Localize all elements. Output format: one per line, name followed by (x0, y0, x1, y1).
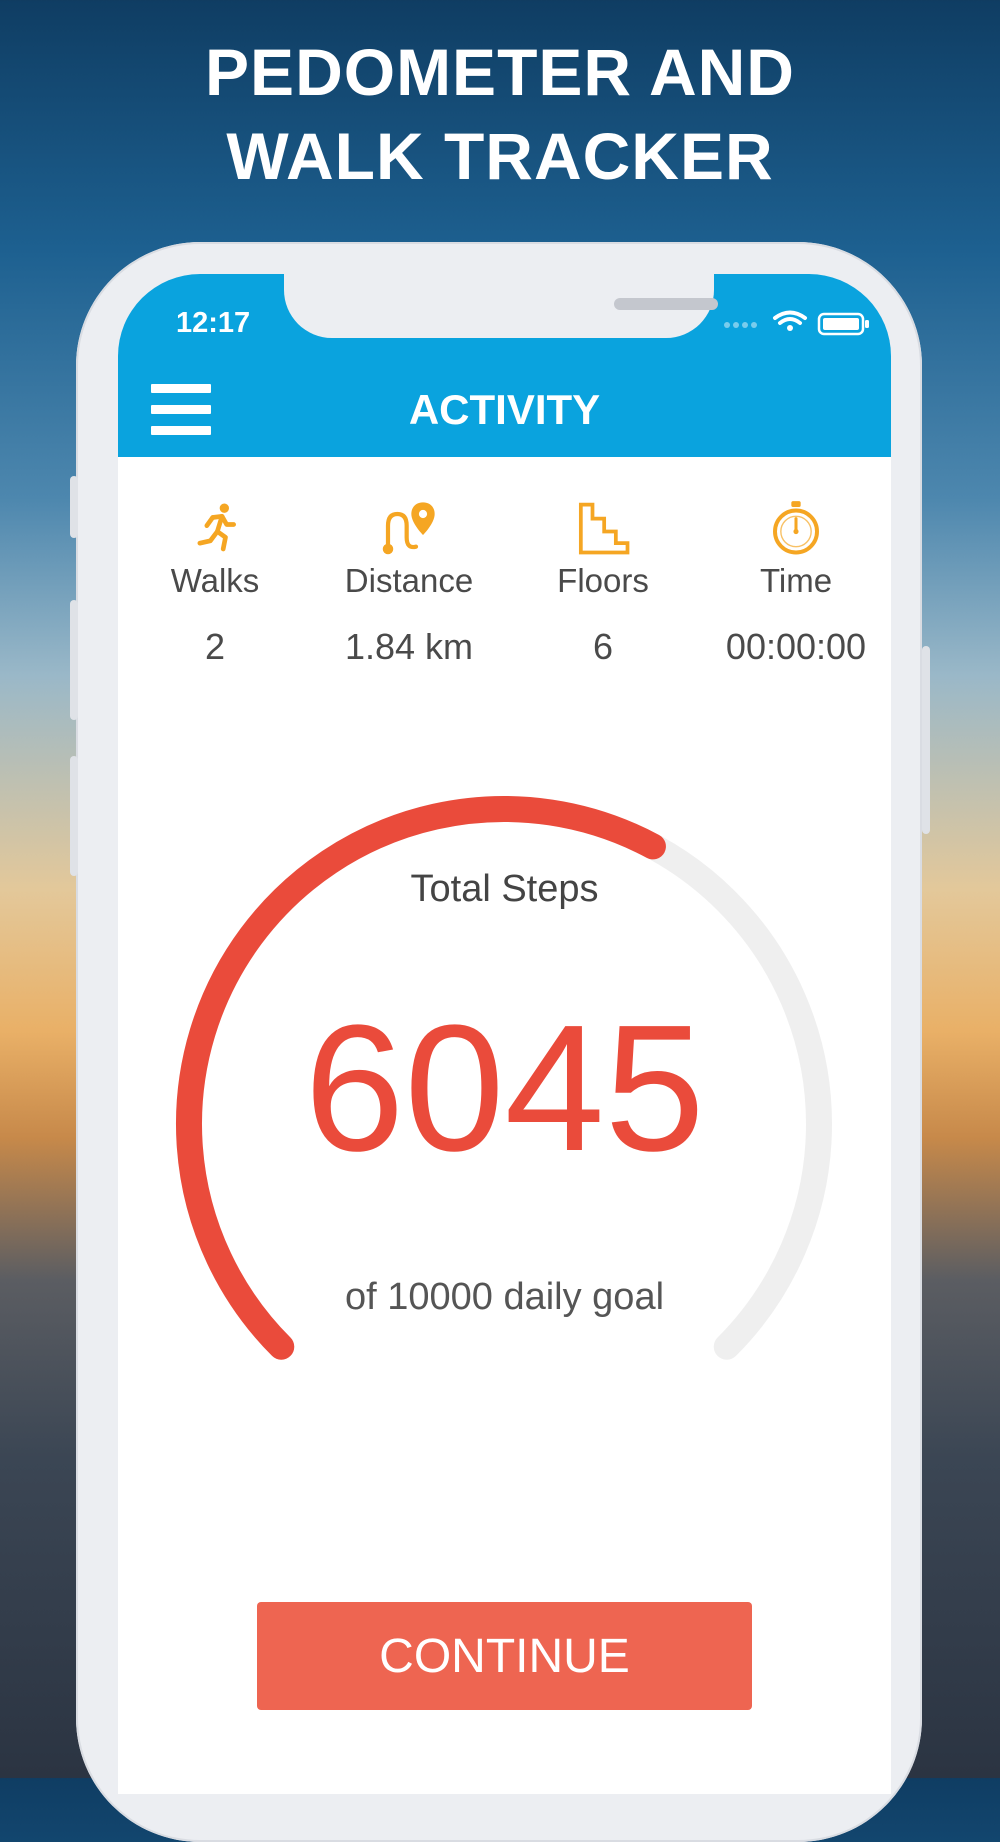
stat-time: Time 00:00:00 (700, 500, 891, 668)
battery-icon (817, 312, 869, 336)
stat-value: 2 (204, 626, 226, 667)
stat-value: 00:00:00 (725, 626, 867, 667)
phone-volume-down (70, 756, 78, 876)
stat-label: Floors (557, 562, 649, 599)
page-title: ACTIVITY (408, 386, 601, 433)
stat-floors: Floors 6 (507, 500, 699, 668)
route-icon (382, 502, 435, 555)
notch (284, 274, 718, 338)
total-steps-label: Total Steps (410, 868, 599, 910)
stopwatch-icon (773, 501, 819, 555)
daily-goal-text: of 10000 daily goal (344, 1276, 665, 1318)
runner-icon (197, 503, 237, 552)
status-time: 12:17 (176, 307, 251, 339)
app-screen: 12:17 ACTIVITY Walks 2 Distance 1.84 km … (118, 274, 891, 1794)
app-header: 12:17 ACTIVITY (118, 274, 891, 457)
stat-value: 6 (592, 626, 614, 667)
total-steps-value: 6045 (304, 988, 705, 1189)
stat-distance: Distance 1.84 km (313, 500, 505, 668)
stat-label: Time (759, 562, 833, 599)
status-icons (724, 310, 869, 336)
phone-mute-switch (70, 476, 78, 538)
phone-power-button (922, 646, 930, 834)
continue-button[interactable]: CONTINUE (257, 1602, 752, 1710)
activity-stats: Walks 2 Distance 1.84 km Floors 6 Time 0… (118, 500, 891, 680)
wifi-icon (773, 310, 807, 331)
speaker-grille (614, 298, 718, 310)
hero-title: PEDOMETER AND WALK TRACKER (205, 35, 795, 193)
stat-label: Walks (170, 562, 260, 599)
stat-value: 1.84 km (344, 626, 474, 667)
signal-icon (724, 322, 757, 328)
stat-label: Distance (344, 562, 474, 599)
stairs-icon (578, 502, 630, 555)
phone-volume-up (70, 600, 78, 720)
stat-walks: Walks 2 (119, 500, 311, 668)
